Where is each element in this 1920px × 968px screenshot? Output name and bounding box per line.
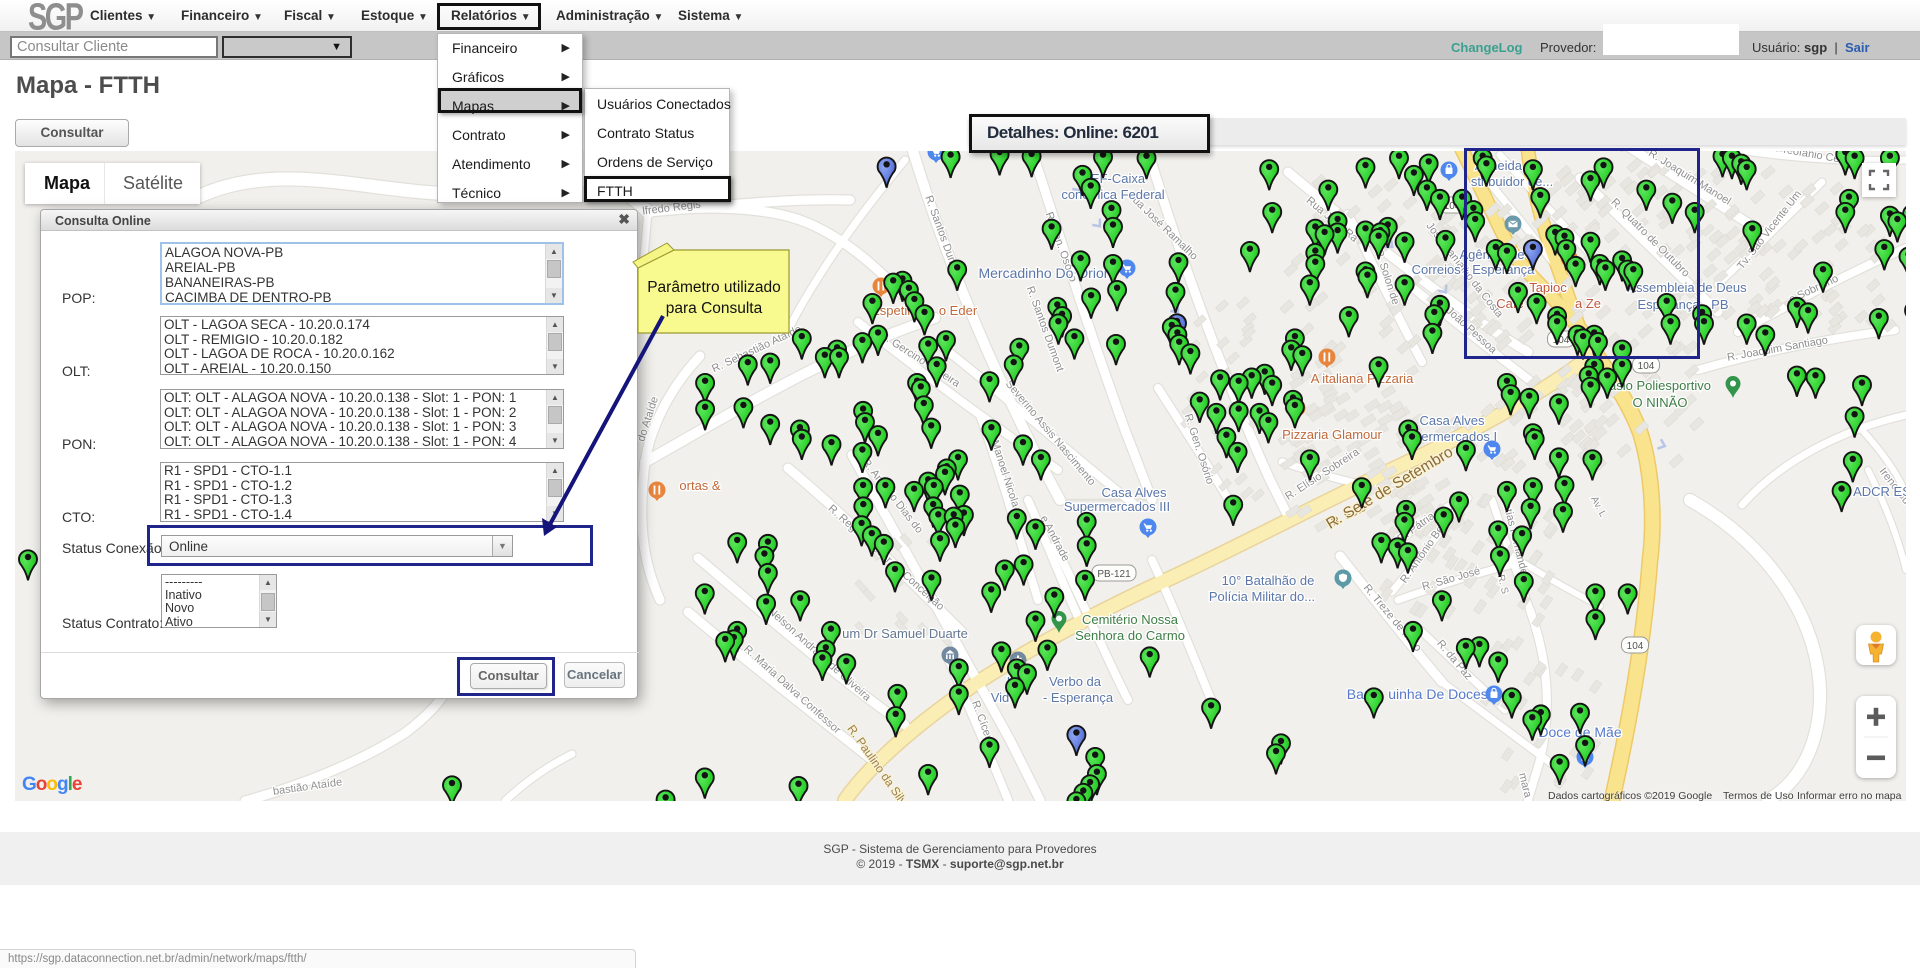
svg-text:10° Batalhão de: 10° Batalhão de xyxy=(1222,573,1315,588)
svg-text:ADCR ES: ADCR ES xyxy=(1853,484,1906,499)
svg-text:Senhora do Carmo: Senhora do Carmo xyxy=(1075,628,1185,643)
svg-text:um Dr Samuel Duarte: um Dr Samuel Duarte xyxy=(842,626,968,641)
svg-text:Polícia Militar do...: Polícia Militar do... xyxy=(1209,589,1315,604)
svg-text:A italiana Pizzaria: A italiana Pizzaria xyxy=(1311,371,1414,386)
svg-text:PB-121: PB-121 xyxy=(1097,569,1131,580)
svg-text:- Esperança: - Esperança xyxy=(1043,690,1114,705)
svg-text:Pizzaria Glamour: Pizzaria Glamour xyxy=(1282,427,1382,442)
svg-text:ortas &: ortas & xyxy=(679,478,721,493)
svg-text:Supermercados III: Supermercados III xyxy=(1064,499,1170,514)
svg-text:uinha De Doces: uinha De Doces xyxy=(1388,686,1488,702)
svg-text:Casa Alves: Casa Alves xyxy=(1419,413,1485,428)
svg-text:Mercadinho Do: Mercadinho Do xyxy=(651,266,739,281)
svg-text:O NINÃO: O NINÃO xyxy=(1633,395,1688,410)
svg-text:104: 104 xyxy=(1638,361,1655,372)
svg-text:Verbo da: Verbo da xyxy=(1049,674,1102,689)
svg-text:Mercadinho Do Orion: Mercadinho Do Orion xyxy=(978,265,1111,281)
svg-text:Casa Alves: Casa Alves xyxy=(1101,485,1167,500)
svg-text:104: 104 xyxy=(1627,641,1644,652)
svg-text:Cemitério Nossa: Cemitério Nossa xyxy=(1082,612,1179,627)
svg-text:o Eder: o Eder xyxy=(939,303,978,318)
